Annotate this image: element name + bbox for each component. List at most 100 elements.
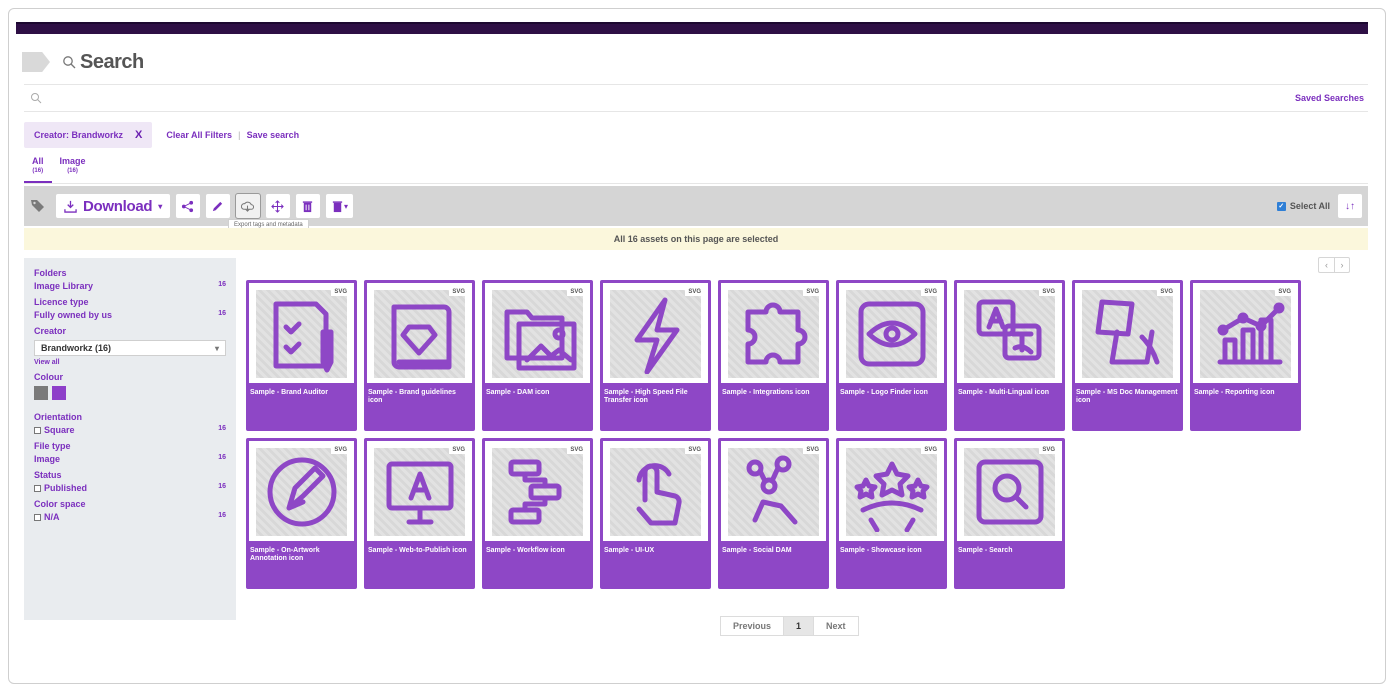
previous-page-button[interactable]: Previous — [721, 617, 783, 635]
asset-thumbnail[interactable]: SVG — [957, 283, 1062, 383]
chevron-left-icon[interactable]: ‹ — [1319, 258, 1334, 272]
asset-caption[interactable]: Sample - Social DAM — [721, 547, 826, 555]
asset-card[interactable]: SVG Sample - DAM icon — [482, 280, 593, 431]
asset-caption[interactable]: Sample - Multi-Lingual icon — [957, 389, 1062, 397]
filetype-label: Image — [34, 454, 61, 464]
collection-button[interactable]: ▾ — [325, 194, 353, 218]
checkbox[interactable] — [34, 514, 41, 522]
search-field-icon — [31, 93, 42, 104]
file-type-badge: SVG — [331, 288, 350, 296]
colorspace-filter-item[interactable]: N/A 16 — [34, 512, 226, 522]
asset-caption[interactable]: Sample - Web-to-Publish icon — [367, 547, 472, 555]
status-count: 16 — [218, 483, 226, 490]
asset-thumbnail[interactable]: SVG — [367, 441, 472, 541]
filetype-filter-item[interactable]: Image 16 — [34, 454, 226, 464]
asset-card[interactable]: SVG Sample - MS Doc Management icon — [1072, 280, 1183, 431]
download-button[interactable]: Download ▾ — [56, 194, 170, 218]
asset-caption[interactable]: Sample - Search — [957, 547, 1062, 555]
remove-filter-button[interactable]: X — [135, 129, 142, 141]
asset-thumbnail[interactable]: SVG — [485, 283, 590, 383]
touch-icon — [636, 463, 682, 526]
asset-thumbnail[interactable]: SVG — [1193, 283, 1298, 383]
edit-button[interactable] — [205, 194, 230, 218]
asset-card[interactable]: SVG Sample - Reporting icon — [1190, 280, 1301, 431]
asset-caption[interactable]: Sample - High Speed File Transfer icon — [603, 389, 708, 405]
asset-card[interactable]: SVG Sample - Integrations icon — [718, 280, 829, 431]
asset-thumbnail[interactable]: SVG — [721, 441, 826, 541]
asset-card[interactable]: SVG Sample - High Speed File Transfer ic… — [600, 280, 711, 431]
asset-card[interactable]: SVG Sample - Multi-Lingual icon — [954, 280, 1065, 431]
licence-filter-item[interactable]: Fully owned by us 16 — [34, 310, 226, 320]
asset-caption[interactable]: Sample - Logo Finder icon — [839, 389, 944, 397]
asset-card[interactable]: SVG Sample - Web-to-Publish icon — [364, 438, 475, 589]
view-all-link[interactable]: View all — [34, 359, 226, 366]
status-label: Published — [44, 483, 88, 493]
checkbox[interactable] — [34, 427, 41, 435]
asset-thumbnail[interactable]: SVG — [957, 441, 1062, 541]
asset-thumbnail[interactable]: SVG — [603, 283, 708, 383]
colour-swatch-purple[interactable] — [52, 386, 66, 400]
current-page[interactable]: 1 — [783, 617, 815, 635]
creator-select[interactable]: Brandworkz (16) ▾ — [34, 340, 226, 356]
share-icon — [182, 200, 194, 212]
move-button[interactable] — [265, 194, 290, 218]
asset-caption[interactable]: Sample - Brand guidelines icon — [367, 389, 472, 405]
asset-thumbnail[interactable]: SVG — [839, 441, 944, 541]
asset-caption[interactable]: Sample - Showcase icon — [839, 547, 944, 555]
asset-card[interactable]: SVG Sample - Showcase icon — [836, 438, 947, 589]
select-all-checkbox[interactable]: ✓ Select All — [1276, 201, 1330, 211]
asset-caption[interactable]: Sample - Reporting icon — [1193, 389, 1298, 397]
asset-caption[interactable]: Sample - DAM icon — [485, 389, 590, 397]
pencil-circle-icon — [267, 457, 336, 527]
chevron-right-icon[interactable]: › — [1334, 258, 1349, 272]
asset-caption[interactable]: Sample - Integrations icon — [721, 389, 826, 397]
asset-card[interactable]: SVG Sample - Workflow icon — [482, 438, 593, 589]
asset-thumbnail[interactable]: SVG — [603, 441, 708, 541]
folder-filter-item[interactable]: Image Library 16 — [34, 281, 226, 291]
export-metadata-button[interactable] — [234, 193, 261, 219]
asset-thumbnail[interactable]: SVG — [839, 283, 944, 383]
asset-thumbnail[interactable]: SVG — [485, 441, 590, 541]
checkbox[interactable] — [34, 485, 41, 493]
asset-card[interactable]: SVG Sample - Brand Auditor — [246, 280, 357, 431]
status-filter-item[interactable]: Published 16 — [34, 483, 226, 493]
file-type-badge: SVG — [921, 288, 940, 296]
top-navigation-links[interactable] — [16, 22, 1368, 32]
asset-card[interactable]: SVG Sample - On-Artwork Annotation icon — [246, 438, 357, 589]
search-input[interactable] — [24, 85, 1295, 111]
asset-caption[interactable]: Sample - On-Artwork Annotation icon — [249, 547, 354, 563]
asset-card[interactable]: SVG Sample - Search — [954, 438, 1065, 589]
colour-swatch-grey[interactable] — [34, 386, 48, 400]
clear-all-filters-link[interactable]: Clear All Filters — [166, 130, 232, 140]
asset-card[interactable]: SVG Sample - Logo Finder icon — [836, 280, 947, 431]
asset-caption[interactable]: Sample - UI-UX — [603, 547, 708, 555]
tab-image[interactable]: Image (16) — [52, 154, 94, 183]
save-search-link[interactable]: Save search — [247, 130, 300, 140]
asset-card[interactable]: SVG Sample - UI-UX — [600, 438, 711, 589]
asset-card[interactable]: SVG Sample - Brand guidelines icon — [364, 280, 475, 431]
home-icon[interactable] — [22, 52, 50, 72]
saved-searches-link[interactable]: Saved Searches — [1295, 93, 1368, 103]
asset-thumbnail[interactable]: SVG — [721, 283, 826, 383]
asset-caption[interactable]: Sample - Workflow icon — [485, 547, 590, 555]
orientation-count: 16 — [218, 425, 226, 432]
social-hand-icon — [746, 455, 797, 525]
tag-icon[interactable] — [30, 198, 46, 214]
asset-thumbnail[interactable]: SVG — [1075, 283, 1180, 383]
export-metadata-icon — [241, 201, 255, 212]
asset-thumbnail[interactable]: SVG — [367, 283, 472, 383]
orientation-filter-item[interactable]: Square 16 — [34, 425, 226, 435]
asset-caption[interactable]: Sample - MS Doc Management icon — [1075, 389, 1180, 405]
file-type-badge: SVG — [1275, 288, 1294, 296]
asset-caption[interactable]: Sample - Brand Auditor — [249, 389, 354, 397]
sort-button[interactable]: ↓↑ — [1338, 194, 1362, 218]
tab-all[interactable]: All (16) — [24, 154, 52, 183]
delete-button[interactable] — [295, 194, 320, 218]
next-page-button[interactable]: Next — [814, 617, 858, 635]
asset-card[interactable]: SVG Sample - Social DAM — [718, 438, 829, 589]
stars-icon — [854, 461, 929, 532]
share-button[interactable] — [175, 194, 200, 218]
page-title: Search — [80, 50, 144, 73]
asset-thumbnail[interactable]: SVG — [249, 441, 354, 541]
asset-thumbnail[interactable]: SVG — [249, 283, 354, 383]
